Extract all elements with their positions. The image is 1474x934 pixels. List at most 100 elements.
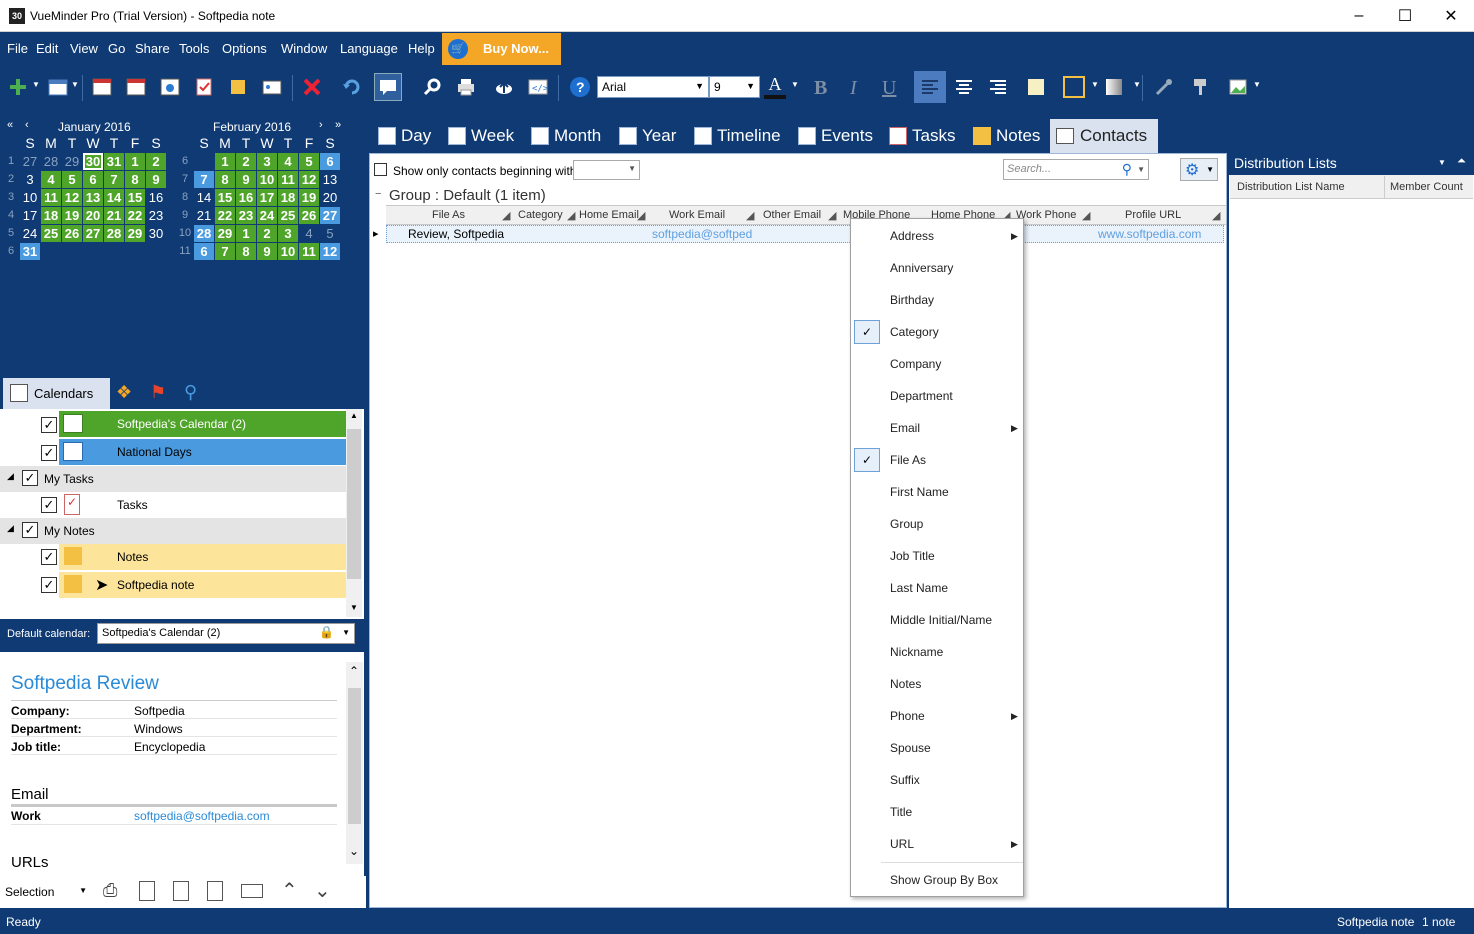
align-right-icon[interactable] (984, 73, 1012, 101)
calendar-day[interactable]: 11 (278, 171, 298, 188)
calendar-item-softpedia-note[interactable]: ➤ Softpedia note (59, 572, 346, 598)
calendar-day[interactable]: 7 (215, 243, 235, 260)
undo-icon[interactable] (338, 73, 366, 101)
col-profile-url[interactable]: Profile URL (1125, 209, 1181, 221)
cloud-upload-icon[interactable] (490, 73, 518, 101)
gradient-icon[interactable] (1100, 73, 1128, 101)
calendar-day[interactable]: 15 (125, 189, 145, 206)
export-icon[interactable] (207, 881, 223, 901)
settings-button[interactable]: ⚙ ▼ (1180, 158, 1218, 181)
cell-work-email[interactable]: softpedia@softped (652, 227, 757, 241)
calendar-day[interactable]: 28 (41, 153, 61, 170)
menu-options[interactable]: Options (222, 41, 267, 56)
calendar-day[interactable]: 26 (299, 207, 319, 224)
calendar-day[interactable]: 1 (125, 153, 145, 170)
next-year-button[interactable]: » (335, 119, 341, 131)
font-color-icon[interactable]: A (764, 74, 786, 99)
minimize-button[interactable]: – (1336, 0, 1382, 32)
default-calendar-select[interactable]: Softpedia's Calendar (2) 🔒 ▼ (97, 623, 355, 644)
calendar-day[interactable]: 7 (194, 171, 214, 188)
filter-icon[interactable]: ◢ (1212, 209, 1220, 222)
calendar-day[interactable]: 24 (257, 207, 277, 224)
calendar-day[interactable]: 29 (62, 153, 82, 170)
my-tasks-checkbox[interactable]: ✓ (22, 470, 38, 486)
calendar-day[interactable]: 3 (20, 171, 40, 188)
calendar-day[interactable]: 19 (299, 189, 319, 206)
tab-events[interactable]: Events (798, 121, 873, 151)
menu-item-notes[interactable]: Notes (890, 677, 921, 691)
calendar-day[interactable]: 9 (257, 243, 277, 260)
search-input[interactable]: Search... ⚲ ▼ (1003, 159, 1149, 180)
menu-item-email[interactable]: Email (890, 421, 920, 435)
col-other-email[interactable]: Other Email (763, 209, 821, 221)
menu-item-url[interactable]: URL (890, 837, 914, 851)
print-icon[interactable] (452, 73, 480, 101)
group-my-tasks[interactable]: ◢ ✓ My Tasks (0, 466, 346, 492)
tab-year[interactable]: Year (619, 121, 676, 151)
filter-icon[interactable]: ◢ (567, 209, 575, 222)
calendar-item-national-days[interactable]: National Days (59, 439, 346, 465)
calendar-icon[interactable] (122, 73, 150, 101)
panel-menu-icon[interactable]: ▼ (1438, 158, 1446, 167)
menu-item-middle-initial-name[interactable]: Middle Initial/Name (890, 613, 992, 627)
align-left-icon[interactable] (914, 71, 946, 103)
col-work-email[interactable]: Work Email (669, 209, 725, 221)
detail-scrollbar[interactable]: ⌃ ⌄ (346, 662, 363, 864)
menu-item-job-title[interactable]: Job Title (890, 549, 935, 563)
align-center-icon[interactable] (950, 73, 978, 101)
filter-icon[interactable]: ◢ (502, 209, 510, 222)
calendar-day[interactable]: 8 (236, 243, 256, 260)
calendar-day[interactable]: 15 (215, 189, 235, 206)
calendar-day[interactable]: 12 (299, 171, 319, 188)
calendar-day[interactable]: 10 (20, 189, 40, 206)
calendar-day[interactable]: 16 (146, 189, 166, 206)
menu-item-spouse[interactable]: Spouse (890, 741, 931, 755)
col-file-as[interactable]: File As (432, 209, 465, 221)
contact-card-icon[interactable] (258, 73, 286, 101)
col-category[interactable]: Category (518, 209, 563, 221)
calendar-day[interactable]: 14 (194, 189, 214, 206)
embed-code-icon[interactable]: </> (524, 73, 552, 101)
calendar-day[interactable]: 12 (320, 243, 340, 260)
calendar-day[interactable]: 10 (257, 171, 277, 188)
calendar-day[interactable]: 30 (146, 225, 166, 242)
selection-combo[interactable]: Selection ▼ (2, 881, 90, 903)
calendar-day[interactable]: 7 (104, 171, 124, 188)
calendar-day[interactable]: 24 (20, 225, 40, 242)
calendar-list-scrollbar[interactable]: ▲ ▼ (346, 409, 362, 617)
calendar-item-softpedia[interactable]: Softpedia's Calendar (2) (59, 411, 346, 437)
menu-language[interactable]: Language (340, 41, 398, 56)
calendar-day[interactable]: 28 (194, 225, 214, 242)
flag-icon[interactable]: ⚑ (150, 382, 166, 403)
menu-share[interactable]: Share (135, 41, 170, 56)
calendar-day[interactable]: 8 (215, 171, 235, 188)
italic-icon[interactable]: I (850, 77, 857, 100)
copy-icon[interactable] (173, 881, 189, 901)
my-notes-checkbox[interactable]: ✓ (22, 522, 38, 538)
eyedropper-icon[interactable] (1150, 73, 1178, 101)
down-arrow-icon[interactable]: ⌄ (314, 878, 331, 903)
tab-notes[interactable]: Notes (973, 121, 1040, 151)
calendar-day[interactable]: 26 (62, 225, 82, 242)
col-home-email[interactable]: Home Email (579, 209, 639, 221)
calendar-day[interactable]: 28 (104, 225, 124, 242)
task-icon[interactable] (190, 73, 218, 101)
col-work-phone[interactable]: Work Phone (1016, 209, 1076, 221)
close-button[interactable]: ✕ (1428, 0, 1474, 32)
show-only-checkbox[interactable] (374, 163, 387, 176)
calendar-day[interactable]: 3 (278, 225, 298, 242)
calendar-day[interactable]: 1 (236, 225, 256, 242)
calendar-item-notes[interactable]: Notes (59, 544, 346, 570)
softpedia-note-checkbox[interactable]: ✓ (41, 577, 57, 593)
menu-view[interactable]: View (70, 41, 98, 56)
filter-icon[interactable]: ◢ (746, 209, 754, 222)
cell-profile-url[interactable]: www.softpedia.com (1098, 227, 1201, 241)
calendar-day[interactable]: 9 (236, 171, 256, 188)
calendar-day[interactable]: 13 (83, 189, 103, 206)
calendar-day[interactable]: 4 (41, 171, 61, 188)
calendar-day[interactable]: 5 (62, 171, 82, 188)
maximize-button[interactable]: ☐ (1382, 0, 1428, 32)
comment-icon[interactable] (374, 73, 402, 101)
collapse-group-icon[interactable]: − (375, 188, 381, 200)
menu-item-first-name[interactable]: First Name (890, 485, 949, 499)
